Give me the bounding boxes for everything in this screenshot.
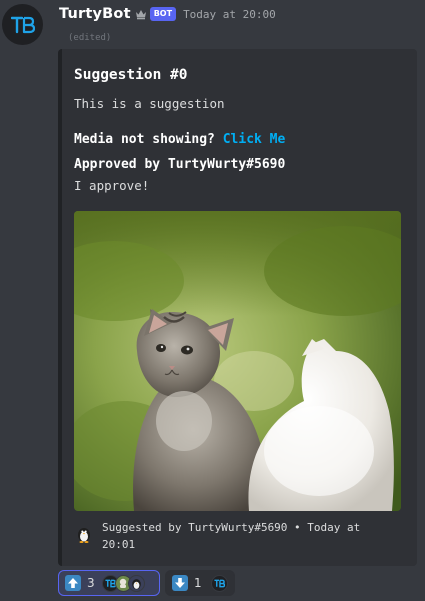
media-line: Media not showing? Click Me (74, 132, 285, 147)
turtybot-logo-icon (10, 16, 35, 33)
embed-footer: Suggested by TurtyWurty#5690 • Today at … (102, 521, 361, 551)
approved-title: Approved by TurtyWurty#5690 (74, 157, 286, 172)
reaction-downvote[interactable]: 1 (165, 570, 235, 596)
approved-text: I approve! (74, 178, 150, 193)
edited-label: (edited) (68, 33, 112, 43)
penguin-mini-avatar (127, 574, 145, 592)
reaction-upvote[interactable]: 3 (58, 570, 160, 596)
author-name[interactable]: TurtyBot (59, 6, 131, 22)
arrow-down-icon (172, 575, 188, 591)
click-me-link[interactable]: Click Me (223, 132, 286, 147)
author-avatar[interactable] (2, 4, 43, 45)
message-header: TurtyBot BOT Today at 20:00 (59, 6, 276, 22)
embed-description: This is a suggestion (74, 96, 225, 111)
embed-image[interactable] (74, 211, 401, 511)
message-timestamp: Today at 20:00 (183, 7, 276, 21)
turtybot-mini-avatar (210, 574, 228, 592)
penguin-icon (78, 528, 90, 543)
media-prefix: Media not showing? (74, 132, 215, 147)
crown-icon (135, 10, 146, 20)
upvote-count: 3 (87, 576, 95, 590)
bot-tag: BOT (149, 7, 177, 21)
kittens-photo (74, 211, 401, 511)
downvote-count: 1 (194, 576, 202, 590)
embed-title: Suggestion #0 (74, 67, 188, 83)
upvote-avatars (101, 574, 145, 592)
arrow-up-icon (65, 575, 81, 591)
